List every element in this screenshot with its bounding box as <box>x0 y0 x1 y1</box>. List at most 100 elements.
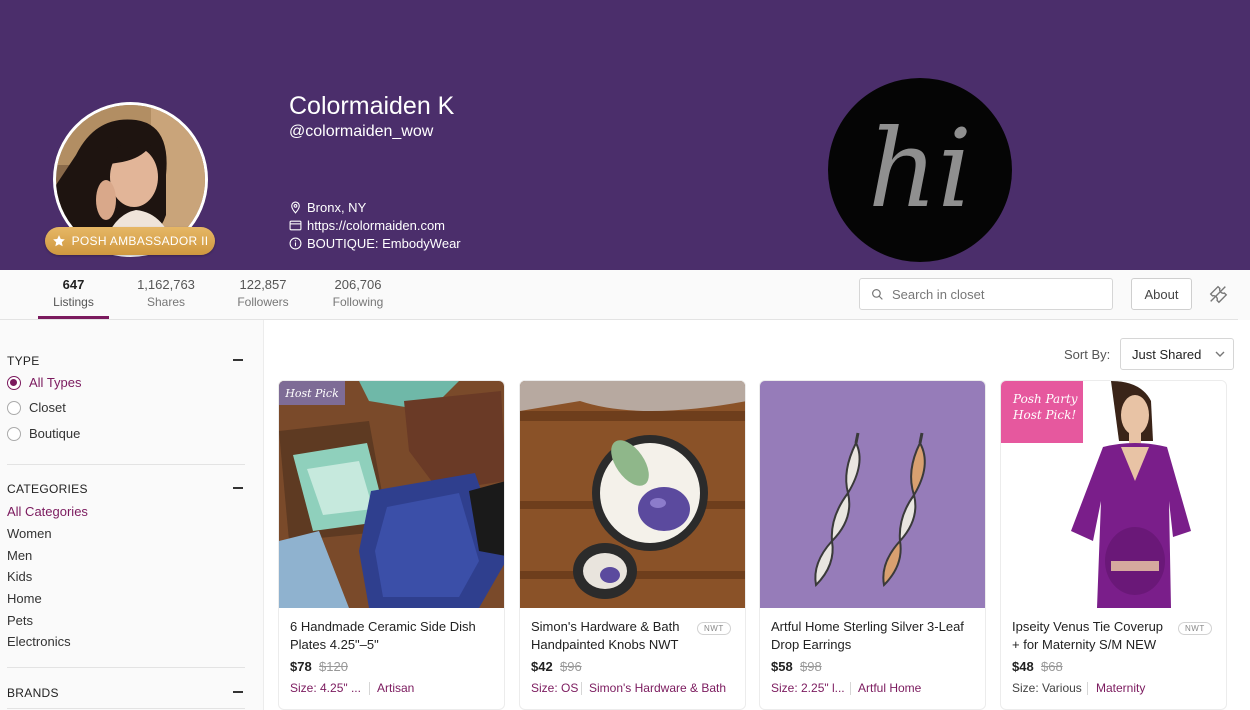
stat-label: Followers <box>237 295 289 309</box>
category-home[interactable]: Home <box>7 591 42 606</box>
listing-price: $78 <box>290 659 312 674</box>
nwt-badge: NWT <box>1178 622 1212 635</box>
listing-size[interactable]: Size: 4.25" ... <box>290 681 364 695</box>
stat-value: 1,162,763 <box>137 277 195 292</box>
sort-label: Sort By: <box>1064 347 1111 362</box>
listing-original-price: $120 <box>319 659 348 674</box>
type-option-all[interactable]: All Types <box>7 375 82 390</box>
badge-label: POSH AMBASSADOR II <box>71 234 209 248</box>
listing-card[interactable]: Host Pick 6 Handmade Ceramic Side Dish P… <box>278 380 505 710</box>
sort-value: Just Shared <box>1132 346 1202 362</box>
listing-card[interactable]: Artful Home Sterling Silver 3-Leaf Drop … <box>759 380 986 710</box>
meta-divider <box>850 682 851 695</box>
category-women[interactable]: Women <box>7 526 52 541</box>
category-all[interactable]: All Categories <box>7 504 88 519</box>
browser-window-icon <box>289 220 302 231</box>
brands-filter-title: BRANDS <box>7 686 59 700</box>
meta-divider <box>581 682 582 695</box>
collapse-brands-icon[interactable] <box>233 691 243 693</box>
meta-divider <box>1087 682 1088 695</box>
collapse-type-icon[interactable] <box>233 359 243 361</box>
listing-image[interactable]: Posh Party Host Pick! <box>1001 381 1226 608</box>
sidebar-divider <box>263 320 264 710</box>
info-icon <box>289 237 302 250</box>
stat-following[interactable]: 206,706 Following <box>323 277 393 309</box>
categories-filter-title: CATEGORIES <box>7 482 88 496</box>
listing-brand[interactable]: Simon's Hardware & Bath <box>589 681 726 695</box>
hi-logo-art: hi <box>868 107 972 232</box>
search-input[interactable] <box>892 286 1092 302</box>
badge-line-2: Host Pick! <box>1013 408 1077 422</box>
listing-brand[interactable]: Maternity <box>1096 681 1145 695</box>
type-option-label: Closet <box>29 400 66 415</box>
listing-title[interactable]: Artful Home Sterling Silver 3-Leaf Drop … <box>771 618 976 654</box>
boutique-text: BOUTIQUE: EmbodyWear <box>307 236 461 251</box>
nwt-badge: NWT <box>697 622 731 635</box>
filter-divider <box>7 464 245 465</box>
website-row[interactable]: https://colormaiden.com <box>289 218 445 233</box>
listing-brand[interactable]: Artisan <box>377 681 414 695</box>
posh-ambassador-badge[interactable]: POSH AMBASSADOR II <box>45 227 215 255</box>
type-option-closet[interactable]: Closet <box>7 400 66 415</box>
listing-price: $42 <box>531 659 553 674</box>
listing-image[interactable] <box>520 381 745 608</box>
chevron-down-icon <box>1215 351 1225 357</box>
stat-value: 122,857 <box>239 277 287 292</box>
listing-image[interactable]: Host Pick <box>279 381 504 608</box>
listing-original-price: $96 <box>560 659 582 674</box>
category-men[interactable]: Men <box>7 548 32 563</box>
listing-size[interactable]: Size: OS <box>531 681 583 695</box>
website-link[interactable]: https://colormaiden.com <box>307 218 445 233</box>
listing-original-price: $98 <box>800 659 822 674</box>
host-pick-badge: Host Pick <box>279 381 345 405</box>
category-pets[interactable]: Pets <box>7 613 33 628</box>
listing-image[interactable] <box>760 381 985 608</box>
meta-divider <box>369 682 370 695</box>
stat-shares[interactable]: 1,162,763 Shares <box>131 277 201 309</box>
closet-stats-bar: 647 Listings 1,162,763 Shares 122,857 Fo… <box>0 270 1250 320</box>
listing-brand[interactable]: Artful Home <box>858 681 921 695</box>
stat-listings[interactable]: 647 Listings <box>38 277 109 309</box>
search-icon <box>872 288 883 300</box>
listing-price: $48 <box>1012 659 1034 674</box>
stat-followers[interactable]: 122,857 Followers <box>228 277 298 309</box>
type-option-boutique[interactable]: Boutique <box>7 426 80 441</box>
star-icon <box>52 235 65 247</box>
stat-value: 206,706 <box>334 277 382 292</box>
type-option-label: Boutique <box>29 426 81 441</box>
boutique-row: BOUTIQUE: EmbodyWear <box>289 236 461 251</box>
category-kids[interactable]: Kids <box>7 569 32 584</box>
listing-title[interactable]: Simon's Hardware & Bath Handpainted Knob… <box>531 618 707 654</box>
radio-unchecked-icon <box>7 426 21 441</box>
sort-dropdown[interactable]: Just Shared <box>1120 338 1234 370</box>
type-filter-title: TYPE <box>7 354 40 368</box>
badge-line-1: Posh Party <box>1013 392 1078 406</box>
filter-divider <box>7 667 245 668</box>
listing-original-price: $68 <box>1041 659 1063 674</box>
listing-size[interactable]: Size: 2.25" l... <box>771 681 845 695</box>
collapse-categories-icon[interactable] <box>233 487 243 489</box>
ceramic-knobs-photo <box>520 381 745 608</box>
radio-unchecked-icon <box>7 400 21 415</box>
earrings-photo <box>760 381 985 608</box>
listing-card[interactable]: Posh Party Host Pick! Ipseity Venus Tie … <box>1000 380 1227 710</box>
profile-display-name: Colormaiden K <box>289 92 455 120</box>
stat-label: Shares <box>146 295 186 309</box>
location-text: Bronx, NY <box>307 200 367 215</box>
closet-search[interactable] <box>859 278 1113 310</box>
listing-price: $58 <box>771 659 793 674</box>
location-pin-icon <box>291 201 300 214</box>
category-electronics[interactable]: Electronics <box>7 634 71 649</box>
stat-label: Following <box>332 295 384 309</box>
listing-title[interactable]: Ipseity Venus Tie Coverup + for Maternit… <box>1012 618 1172 654</box>
stat-label: Listings <box>53 295 94 309</box>
listing-card[interactable]: Simon's Hardware & Bath Handpainted Knob… <box>519 380 746 710</box>
listing-size[interactable]: Size: Various <box>1012 681 1088 695</box>
profile-username: @colormaiden_wow <box>289 123 434 140</box>
cover-logo: hi <box>828 78 1012 262</box>
tools-icon[interactable] <box>1207 283 1229 305</box>
type-option-label: All Types <box>29 375 82 390</box>
listing-title[interactable]: 6 Handmade Ceramic Side Dish Plates 4.25… <box>290 618 495 654</box>
logo-text: hi <box>868 107 972 232</box>
about-button[interactable]: About <box>1131 278 1192 310</box>
